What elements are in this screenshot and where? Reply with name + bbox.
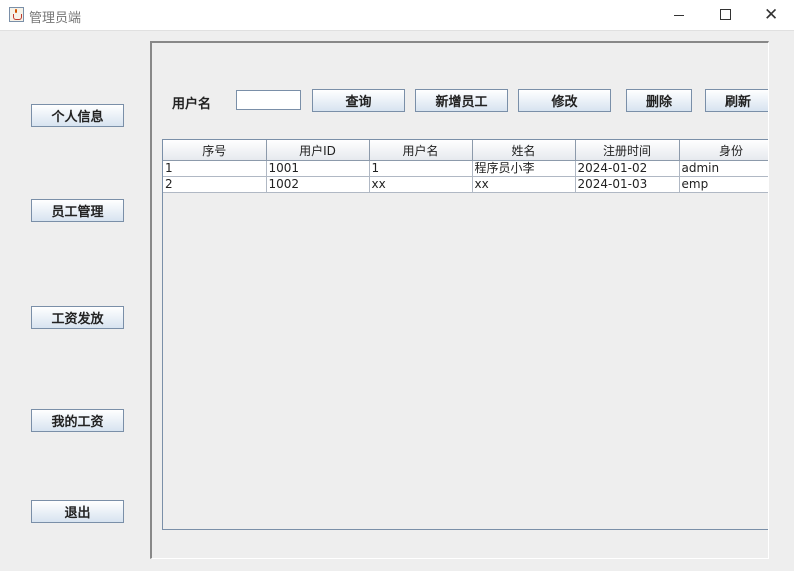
sidebar-item-my-salary[interactable]: 我的工资 <box>31 409 124 432</box>
username-search-input[interactable] <box>236 90 301 110</box>
query-button[interactable]: 查询 <box>312 89 405 112</box>
column-header-username[interactable]: 用户名 <box>369 140 473 161</box>
delete-button[interactable]: 删除 <box>626 89 692 112</box>
minimize-button[interactable] <box>656 0 702 31</box>
table-row[interactable]: 1 1001 1 程序员小李 2024-01-02 admin <box>163 160 768 177</box>
employee-table: 序号 用户ID 用户名 姓名 注册时间 身份 1 1001 1 程序员小李 20… <box>163 140 768 193</box>
cell-index[interactable]: 2 <box>163 176 267 193</box>
close-icon: ✕ <box>764 5 779 25</box>
minimize-icon <box>674 15 684 16</box>
column-header-role[interactable]: 身份 <box>679 140 768 161</box>
close-button[interactable]: ✕ <box>748 0 794 31</box>
table-row[interactable]: 2 1002 xx xx 2024-01-03 emp <box>163 176 768 193</box>
username-label: 用户名 <box>172 97 212 112</box>
cell-name[interactable]: xx <box>472 176 576 193</box>
column-header-name[interactable]: 姓名 <box>472 140 576 161</box>
cell-role[interactable]: admin <box>679 160 768 177</box>
title-bar: 管理员端 ✕ <box>0 0 794 31</box>
sidebar-item-logout[interactable]: 退出 <box>31 500 124 523</box>
sidebar-item-personal-info[interactable]: 个人信息 <box>31 104 124 127</box>
cell-register-time[interactable]: 2024-01-02 <box>575 160 680 177</box>
cell-role[interactable]: emp <box>679 176 768 193</box>
refresh-button[interactable]: 刷新 <box>705 89 768 112</box>
maximize-icon <box>720 9 731 20</box>
edit-button[interactable]: 修改 <box>518 89 611 112</box>
cell-user-id[interactable]: 1002 <box>266 176 370 193</box>
cell-index[interactable]: 1 <box>163 160 267 177</box>
cell-register-time[interactable]: 2024-01-03 <box>575 176 680 193</box>
table-header-row: 序号 用户ID 用户名 姓名 注册时间 身份 <box>163 140 768 161</box>
java-app-icon <box>9 7 24 22</box>
maximize-button[interactable] <box>702 0 748 31</box>
employee-table-scrollpane[interactable]: 序号 用户ID 用户名 姓名 注册时间 身份 1 1001 1 程序员小李 20… <box>162 139 768 530</box>
column-header-register-time[interactable]: 注册时间 <box>575 140 680 161</box>
cell-name[interactable]: 程序员小李 <box>472 160 576 177</box>
employee-management-panel: 用户名 查询 新增员工 修改 删除 刷新 序号 用户ID 用户名 姓名 注册时间… <box>150 41 769 559</box>
cell-user-id[interactable]: 1001 <box>266 160 370 177</box>
add-employee-button[interactable]: 新增员工 <box>415 89 508 112</box>
cell-username[interactable]: xx <box>369 176 473 193</box>
cell-username[interactable]: 1 <box>369 160 473 177</box>
sidebar-item-salary-payment[interactable]: 工资发放 <box>31 306 124 329</box>
column-header-index[interactable]: 序号 <box>163 140 267 161</box>
column-header-user-id[interactable]: 用户ID <box>266 140 370 161</box>
sidebar-item-employee-management[interactable]: 员工管理 <box>31 199 124 222</box>
window-title: 管理员端 <box>29 11 82 26</box>
